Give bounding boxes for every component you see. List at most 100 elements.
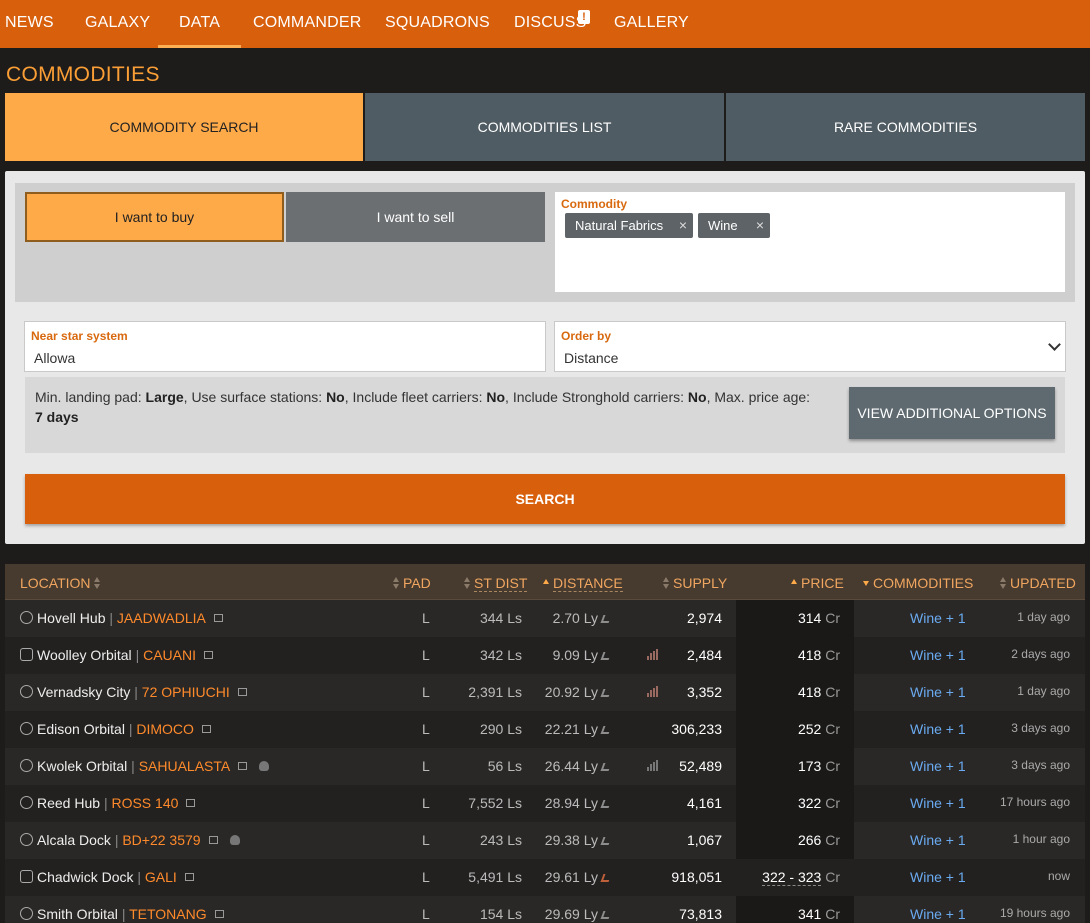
external-link-icon[interactable] <box>208 836 218 844</box>
distance-cell: 29.61 Ly <box>545 869 612 885</box>
table-row[interactable]: Alcala Dock | BD+22 3579 L 243 Ls 29.38 … <box>5 822 1085 859</box>
commodities-link[interactable]: Wine + 1 <box>910 684 966 700</box>
system-link[interactable]: ROSS 140 <box>111 795 178 811</box>
nav-data[interactable]: DATA <box>157 0 242 48</box>
external-link-icon[interactable] <box>214 910 224 918</box>
commodities-link[interactable]: Wine + 1 <box>910 647 966 663</box>
external-link-icon[interactable] <box>201 725 211 733</box>
col-distance[interactable]: DISTANCE <box>540 575 623 592</box>
system-link[interactable]: TETONANG <box>129 906 207 922</box>
system-link[interactable]: SAHUALASTA <box>139 758 231 774</box>
table-row[interactable]: Hovell Hub | JAADWADLIA L 344 Ls 2.70 Ly… <box>5 600 1085 637</box>
near-star-system-value: Allowa <box>34 350 76 366</box>
commodities-link[interactable]: Wine + 1 <box>910 795 966 811</box>
updated-cell: 17 hours ago <box>999 795 1070 809</box>
station-icon <box>20 833 33 846</box>
nav-news[interactable]: NEWS <box>5 0 54 48</box>
skull-icon <box>259 761 270 771</box>
table-row[interactable]: Edison Orbital | DIMOCO L 290 Ls 22.21 L… <box>5 711 1085 748</box>
commodities-link[interactable]: Wine + 1 <box>910 832 966 848</box>
order-by-select[interactable]: Order by Distance <box>554 321 1066 372</box>
system-link[interactable]: 72 OPHIUCHI <box>142 684 230 700</box>
commodity-field[interactable]: Commodity <box>555 192 1065 292</box>
station-link[interactable]: Chadwick Dock <box>37 869 133 885</box>
distance-cell: 22.21 Ly <box>545 721 612 737</box>
near-star-system-field[interactable]: Near star system Allowa <box>24 321 546 372</box>
nav-squadrons[interactable]: SQUADRONS <box>385 0 490 48</box>
search-button[interactable]: SEARCH <box>25 474 1065 524</box>
station-link[interactable]: Smith Orbital <box>37 906 118 922</box>
table-row[interactable]: Reed Hub | ROSS 140 L 7,552 Ls 28.94 Ly … <box>5 785 1085 822</box>
tab-rare-commodities[interactable]: RARE COMMODITIES <box>726 93 1085 161</box>
nav-galaxy[interactable]: GALAXY <box>85 0 150 48</box>
tab-commodity-search[interactable]: COMMODITY SEARCH <box>5 93 363 161</box>
station-link[interactable]: Edison Orbital <box>37 721 125 737</box>
system-link[interactable]: BD+22 3579 <box>122 832 200 848</box>
pad-cell: L <box>422 684 430 700</box>
system-link[interactable]: GALI <box>145 869 177 885</box>
price-cell: 266 Cr <box>797 832 840 848</box>
updated-cell: 3 days ago <box>1011 758 1070 772</box>
sort-asc-icon <box>543 577 550 589</box>
system-link[interactable]: CAUANI <box>143 647 196 663</box>
view-additional-options-button[interactable]: VIEW ADDITIONAL OPTIONS <box>849 387 1055 439</box>
external-link-icon[interactable] <box>213 614 223 622</box>
table-row[interactable]: Woolley Orbital | CAUANI L 342 Ls 9.09 L… <box>5 637 1085 674</box>
external-link-icon[interactable] <box>204 651 213 659</box>
system-link[interactable]: JAADWADLIA <box>117 610 206 626</box>
sell-toggle[interactable]: I want to sell <box>286 192 545 242</box>
station-icon <box>20 907 33 920</box>
location-cell: Chadwick Dock | GALI <box>37 869 194 885</box>
external-link-icon[interactable] <box>237 688 247 696</box>
supply-cell: 73,813 <box>679 906 722 922</box>
station-link[interactable]: Kwolek Orbital <box>37 758 127 774</box>
buy-toggle[interactable]: I want to buy <box>25 192 284 242</box>
nav-gallery[interactable]: GALLERY <box>614 0 689 48</box>
commodities-link[interactable]: Wine + 1 <box>910 758 966 774</box>
col-commodities[interactable]: COMMODITIES <box>860 575 973 591</box>
table-row[interactable]: Kwolek Orbital | SAHUALASTA L 56 Ls 26.4… <box>5 748 1085 785</box>
updated-cell: now <box>1047 869 1070 883</box>
tab-commodities-list[interactable]: COMMODITIES LIST <box>365 93 724 161</box>
station-link[interactable]: Woolley Orbital <box>37 647 132 663</box>
order-by-label: Order by <box>561 329 612 343</box>
sort-desc-icon <box>863 577 870 589</box>
remove-icon[interactable]: × <box>679 213 687 238</box>
col-st-dist[interactable]: ST DIST <box>461 575 528 592</box>
location-cell: Hovell Hub | JAADWADLIA <box>37 610 223 626</box>
distance-cell: 9.09 Ly <box>553 647 612 663</box>
distance-cell: 29.38 Ly <box>545 832 612 848</box>
commodity-label: Commodity <box>561 197 627 211</box>
commodities-link[interactable]: Wine + 1 <box>910 869 966 885</box>
external-link-icon[interactable] <box>186 799 196 807</box>
col-updated[interactable]: UPDATED <box>997 575 1076 591</box>
station-link[interactable]: Alcala Dock <box>37 832 111 848</box>
col-pad[interactable]: PAD <box>390 575 431 591</box>
nav-discuss[interactable]: DISCUSS <box>514 0 587 48</box>
remove-icon[interactable]: × <box>756 213 764 238</box>
col-location[interactable]: LOCATION <box>20 575 104 591</box>
system-link[interactable]: DIMOCO <box>136 721 194 737</box>
page-title: COMMODITIES <box>6 63 160 86</box>
st-dist-cell: 243 Ls <box>479 832 522 848</box>
external-link-icon[interactable] <box>238 762 248 770</box>
nav-commander[interactable]: COMMANDER <box>253 0 361 48</box>
commodities-link[interactable]: Wine + 1 <box>910 610 966 626</box>
commodities-link[interactable]: Wine + 1 <box>910 721 966 737</box>
top-nav: NEWS GALAXY DATA COMMANDER SQUADRONS DIS… <box>0 0 1090 48</box>
table-row[interactable]: Chadwick Dock | GALI L 5,491 Ls 29.61 Ly… <box>5 859 1085 896</box>
table-row[interactable]: Smith Orbital | TETONANG L 154 Ls 29.69 … <box>5 896 1085 923</box>
station-link[interactable]: Reed Hub <box>37 795 100 811</box>
price-cell: 418 Cr <box>797 647 840 663</box>
sort-icon <box>464 577 471 589</box>
location-cell: Edison Orbital | DIMOCO <box>37 721 211 737</box>
col-supply[interactable]: SUPPLY <box>660 575 727 591</box>
supply-chart-icon <box>647 649 658 660</box>
external-link-icon[interactable] <box>184 873 194 881</box>
station-link[interactable]: Hovell Hub <box>37 610 105 626</box>
station-link[interactable]: Vernadsky City <box>37 684 130 700</box>
commodities-link[interactable]: Wine + 1 <box>910 906 966 922</box>
station-icon <box>20 759 33 772</box>
col-price[interactable]: PRICE <box>788 575 844 591</box>
table-row[interactable]: Vernadsky City | 72 OPHIUCHI L 2,391 Ls … <box>5 674 1085 711</box>
